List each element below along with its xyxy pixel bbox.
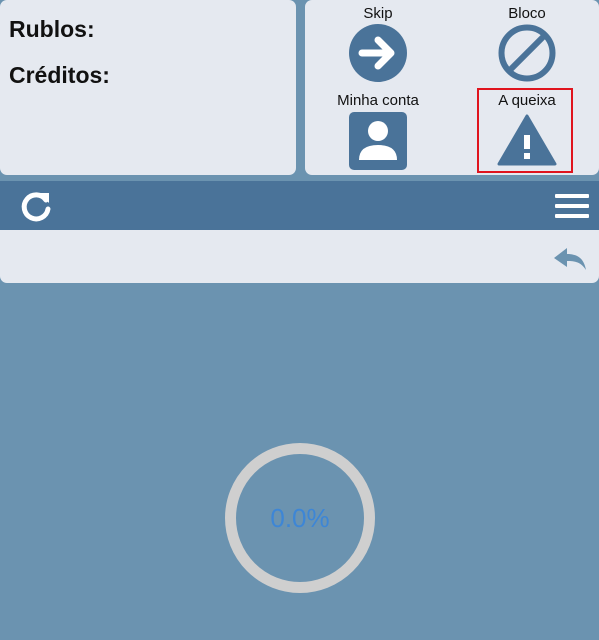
minha-conta-button[interactable]: Minha conta [318,92,438,170]
bloco-label: Bloco [508,5,546,22]
arrow-right-icon [349,24,407,82]
progress-percentage: 0.0% [270,503,330,533]
bloco-button[interactable]: Bloco [467,5,587,83]
rublos-label: Rublos: [9,16,95,42]
user-icon [349,112,407,170]
balance-panel: Rublos: Créditos: [0,0,296,175]
actions-panel: Skip Bloco Minha conta A queixa [305,0,599,175]
sub-toolbar [0,230,599,283]
skip-button[interactable]: Skip [318,5,438,83]
skip-label: Skip [363,5,393,22]
toolbar [0,181,599,230]
hamburger-menu-icon[interactable] [555,193,589,219]
minha-conta-label: Minha conta [337,92,419,109]
reply-back-icon[interactable] [553,247,587,271]
creditos-label: Créditos: [9,62,110,88]
refresh-icon[interactable] [18,189,54,225]
queixa-highlight-box [477,88,573,173]
block-icon [498,24,556,82]
